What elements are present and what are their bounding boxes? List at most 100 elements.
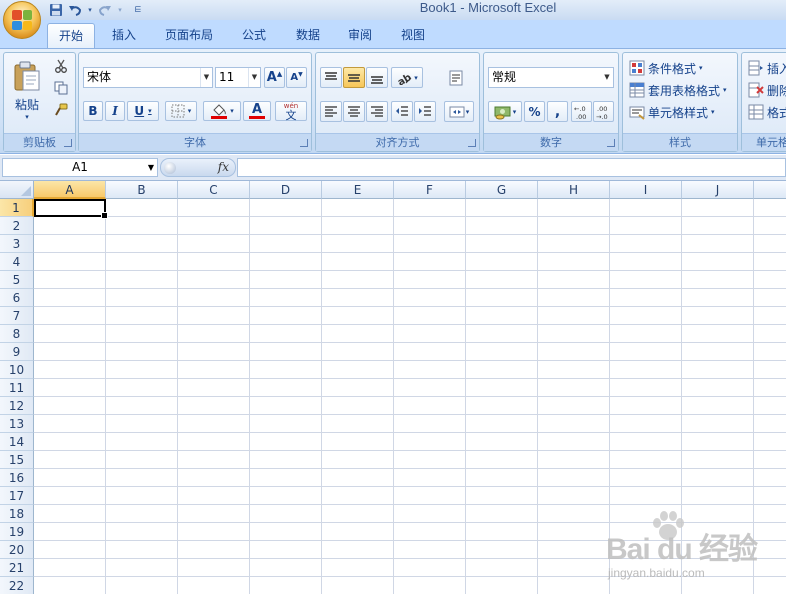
column-header-a[interactable]: A xyxy=(34,181,106,199)
alignment-launcher-icon[interactable] xyxy=(468,139,476,147)
tab-page-layout[interactable]: 页面布局 xyxy=(155,23,223,48)
row-header-19[interactable]: 19 xyxy=(0,523,34,541)
row-header-8[interactable]: 8 xyxy=(0,325,34,343)
row-header-21[interactable]: 21 xyxy=(0,559,34,577)
cut-button[interactable] xyxy=(52,57,70,75)
font-name-combobox[interactable]: 宋体 ▼ xyxy=(83,67,213,88)
clipboard-launcher-icon[interactable] xyxy=(64,139,72,147)
row-header-5[interactable]: 5 xyxy=(0,271,34,289)
orientation-button[interactable]: ab ▾ xyxy=(391,67,423,88)
fill-bucket-icon xyxy=(211,104,228,119)
increase-indent-button[interactable] xyxy=(414,101,436,122)
column-header-e[interactable]: E xyxy=(322,181,394,199)
number-format-dropdown-icon[interactable]: ▼ xyxy=(601,68,613,87)
number-launcher-icon[interactable] xyxy=(607,139,615,147)
insert-cells-button[interactable]: 插入 xyxy=(748,58,786,78)
italic-button[interactable]: I xyxy=(105,101,125,121)
comma-style-button[interactable]: , xyxy=(547,101,568,122)
borders-button[interactable]: ▾ xyxy=(165,101,197,121)
row-header-17[interactable]: 17 xyxy=(0,487,34,505)
row-header-1[interactable]: 1 xyxy=(0,199,34,217)
row-header-15[interactable]: 15 xyxy=(0,451,34,469)
bold-button[interactable]: B xyxy=(83,101,103,121)
tab-data[interactable]: 数据 xyxy=(285,23,331,48)
undo-icon[interactable] xyxy=(67,2,83,18)
row-header-11[interactable]: 11 xyxy=(0,379,34,397)
row-header-20[interactable]: 20 xyxy=(0,541,34,559)
tab-home[interactable]: 开始 xyxy=(47,23,95,48)
column-header-g[interactable]: G xyxy=(466,181,538,199)
undo-dropdown-icon[interactable]: ▾ xyxy=(86,2,94,18)
column-header-j[interactable]: J xyxy=(682,181,754,199)
format-cells-button[interactable]: 格式 xyxy=(748,102,786,122)
decrease-indent-button[interactable] xyxy=(391,101,413,122)
align-bottom-button[interactable] xyxy=(366,67,388,88)
column-header-d[interactable]: D xyxy=(250,181,322,199)
redo-dropdown-icon[interactable]: ▾ xyxy=(116,2,124,18)
column-header-h[interactable]: H xyxy=(538,181,610,199)
tab-review[interactable]: 审阅 xyxy=(337,23,383,48)
row-header-12[interactable]: 12 xyxy=(0,397,34,415)
increase-decimal-button[interactable]: ←.0.00 xyxy=(571,101,592,122)
number-format-combobox[interactable]: 常规 ▼ xyxy=(488,67,614,88)
column-header-c[interactable]: C xyxy=(178,181,250,199)
align-left-button[interactable] xyxy=(320,101,342,122)
formula-bar-handle-icon[interactable] xyxy=(164,162,176,174)
accounting-format-button[interactable]: ▾ xyxy=(488,101,522,122)
conditional-formatting-button[interactable]: 条件格式 ▾ xyxy=(629,58,703,78)
font-size-combobox[interactable]: 11 ▼ xyxy=(215,67,261,88)
column-header-k-partial[interactable] xyxy=(754,181,786,199)
tab-view[interactable]: 视图 xyxy=(390,23,436,48)
grow-font-button[interactable]: A ▲ xyxy=(264,67,285,88)
shrink-font-button[interactable]: A ▼ xyxy=(286,67,307,88)
format-painter-button[interactable] xyxy=(52,101,70,119)
font-size-dropdown-icon[interactable]: ▼ xyxy=(248,68,260,87)
row-header-3[interactable]: 3 xyxy=(0,235,34,253)
wrap-text-button[interactable] xyxy=(446,67,468,88)
font-color-button[interactable]: A xyxy=(243,101,271,121)
font-launcher-icon[interactable] xyxy=(300,139,308,147)
tab-insert[interactable]: 插入 xyxy=(101,23,147,48)
fill-color-button[interactable]: ▾ xyxy=(203,101,241,121)
customize-qat-icon[interactable]: ⋿ xyxy=(133,2,143,18)
decrease-decimal-button[interactable]: .00 →.0 xyxy=(593,101,614,122)
align-right-button[interactable] xyxy=(366,101,388,122)
row-header-13[interactable]: 13 xyxy=(0,415,34,433)
tab-formulas[interactable]: 公式 xyxy=(231,23,277,48)
office-button[interactable] xyxy=(3,1,41,39)
align-top-button[interactable] xyxy=(320,67,342,88)
align-center-button[interactable] xyxy=(343,101,365,122)
font-name-dropdown-icon[interactable]: ▼ xyxy=(200,68,212,87)
active-cell-a1[interactable] xyxy=(34,199,108,219)
row-header-10[interactable]: 10 xyxy=(0,361,34,379)
underline-button[interactable]: U ▾ xyxy=(127,101,159,121)
format-as-table-button[interactable]: 套用表格格式 ▾ xyxy=(629,80,727,100)
row-header-4[interactable]: 4 xyxy=(0,253,34,271)
name-box[interactable]: A1 ▼ xyxy=(2,158,158,177)
delete-cells-button[interactable]: 删除 xyxy=(748,80,786,100)
merge-center-button[interactable]: ▾ xyxy=(444,101,474,122)
row-header-18[interactable]: 18 xyxy=(0,505,34,523)
align-middle-button[interactable] xyxy=(343,67,365,88)
row-header-2[interactable]: 2 xyxy=(0,217,34,235)
column-header-f[interactable]: F xyxy=(394,181,466,199)
paste-button[interactable]: 粘贴 ▾ xyxy=(7,55,47,125)
row-header-16[interactable]: 16 xyxy=(0,469,34,487)
insert-function-button[interactable]: fx xyxy=(218,160,229,174)
cell-styles-button[interactable]: 单元格样式 ▾ xyxy=(629,102,715,122)
row-header-22[interactable]: 22 xyxy=(0,577,34,594)
name-box-dropdown-icon[interactable]: ▼ xyxy=(148,159,154,176)
row-header-14[interactable]: 14 xyxy=(0,433,34,451)
column-header-b[interactable]: B xyxy=(106,181,178,199)
select-all-button[interactable] xyxy=(0,181,34,199)
column-header-i[interactable]: I xyxy=(610,181,682,199)
copy-button[interactable] xyxy=(52,79,70,97)
redo-icon[interactable] xyxy=(97,2,113,18)
save-icon[interactable] xyxy=(48,2,64,18)
percent-style-button[interactable]: % xyxy=(524,101,545,122)
row-header-6[interactable]: 6 xyxy=(0,289,34,307)
formula-input[interactable] xyxy=(237,158,786,177)
row-header-7[interactable]: 7 xyxy=(0,307,34,325)
phonetic-button[interactable]: wén 文 xyxy=(275,101,307,121)
row-header-9[interactable]: 9 xyxy=(0,343,34,361)
